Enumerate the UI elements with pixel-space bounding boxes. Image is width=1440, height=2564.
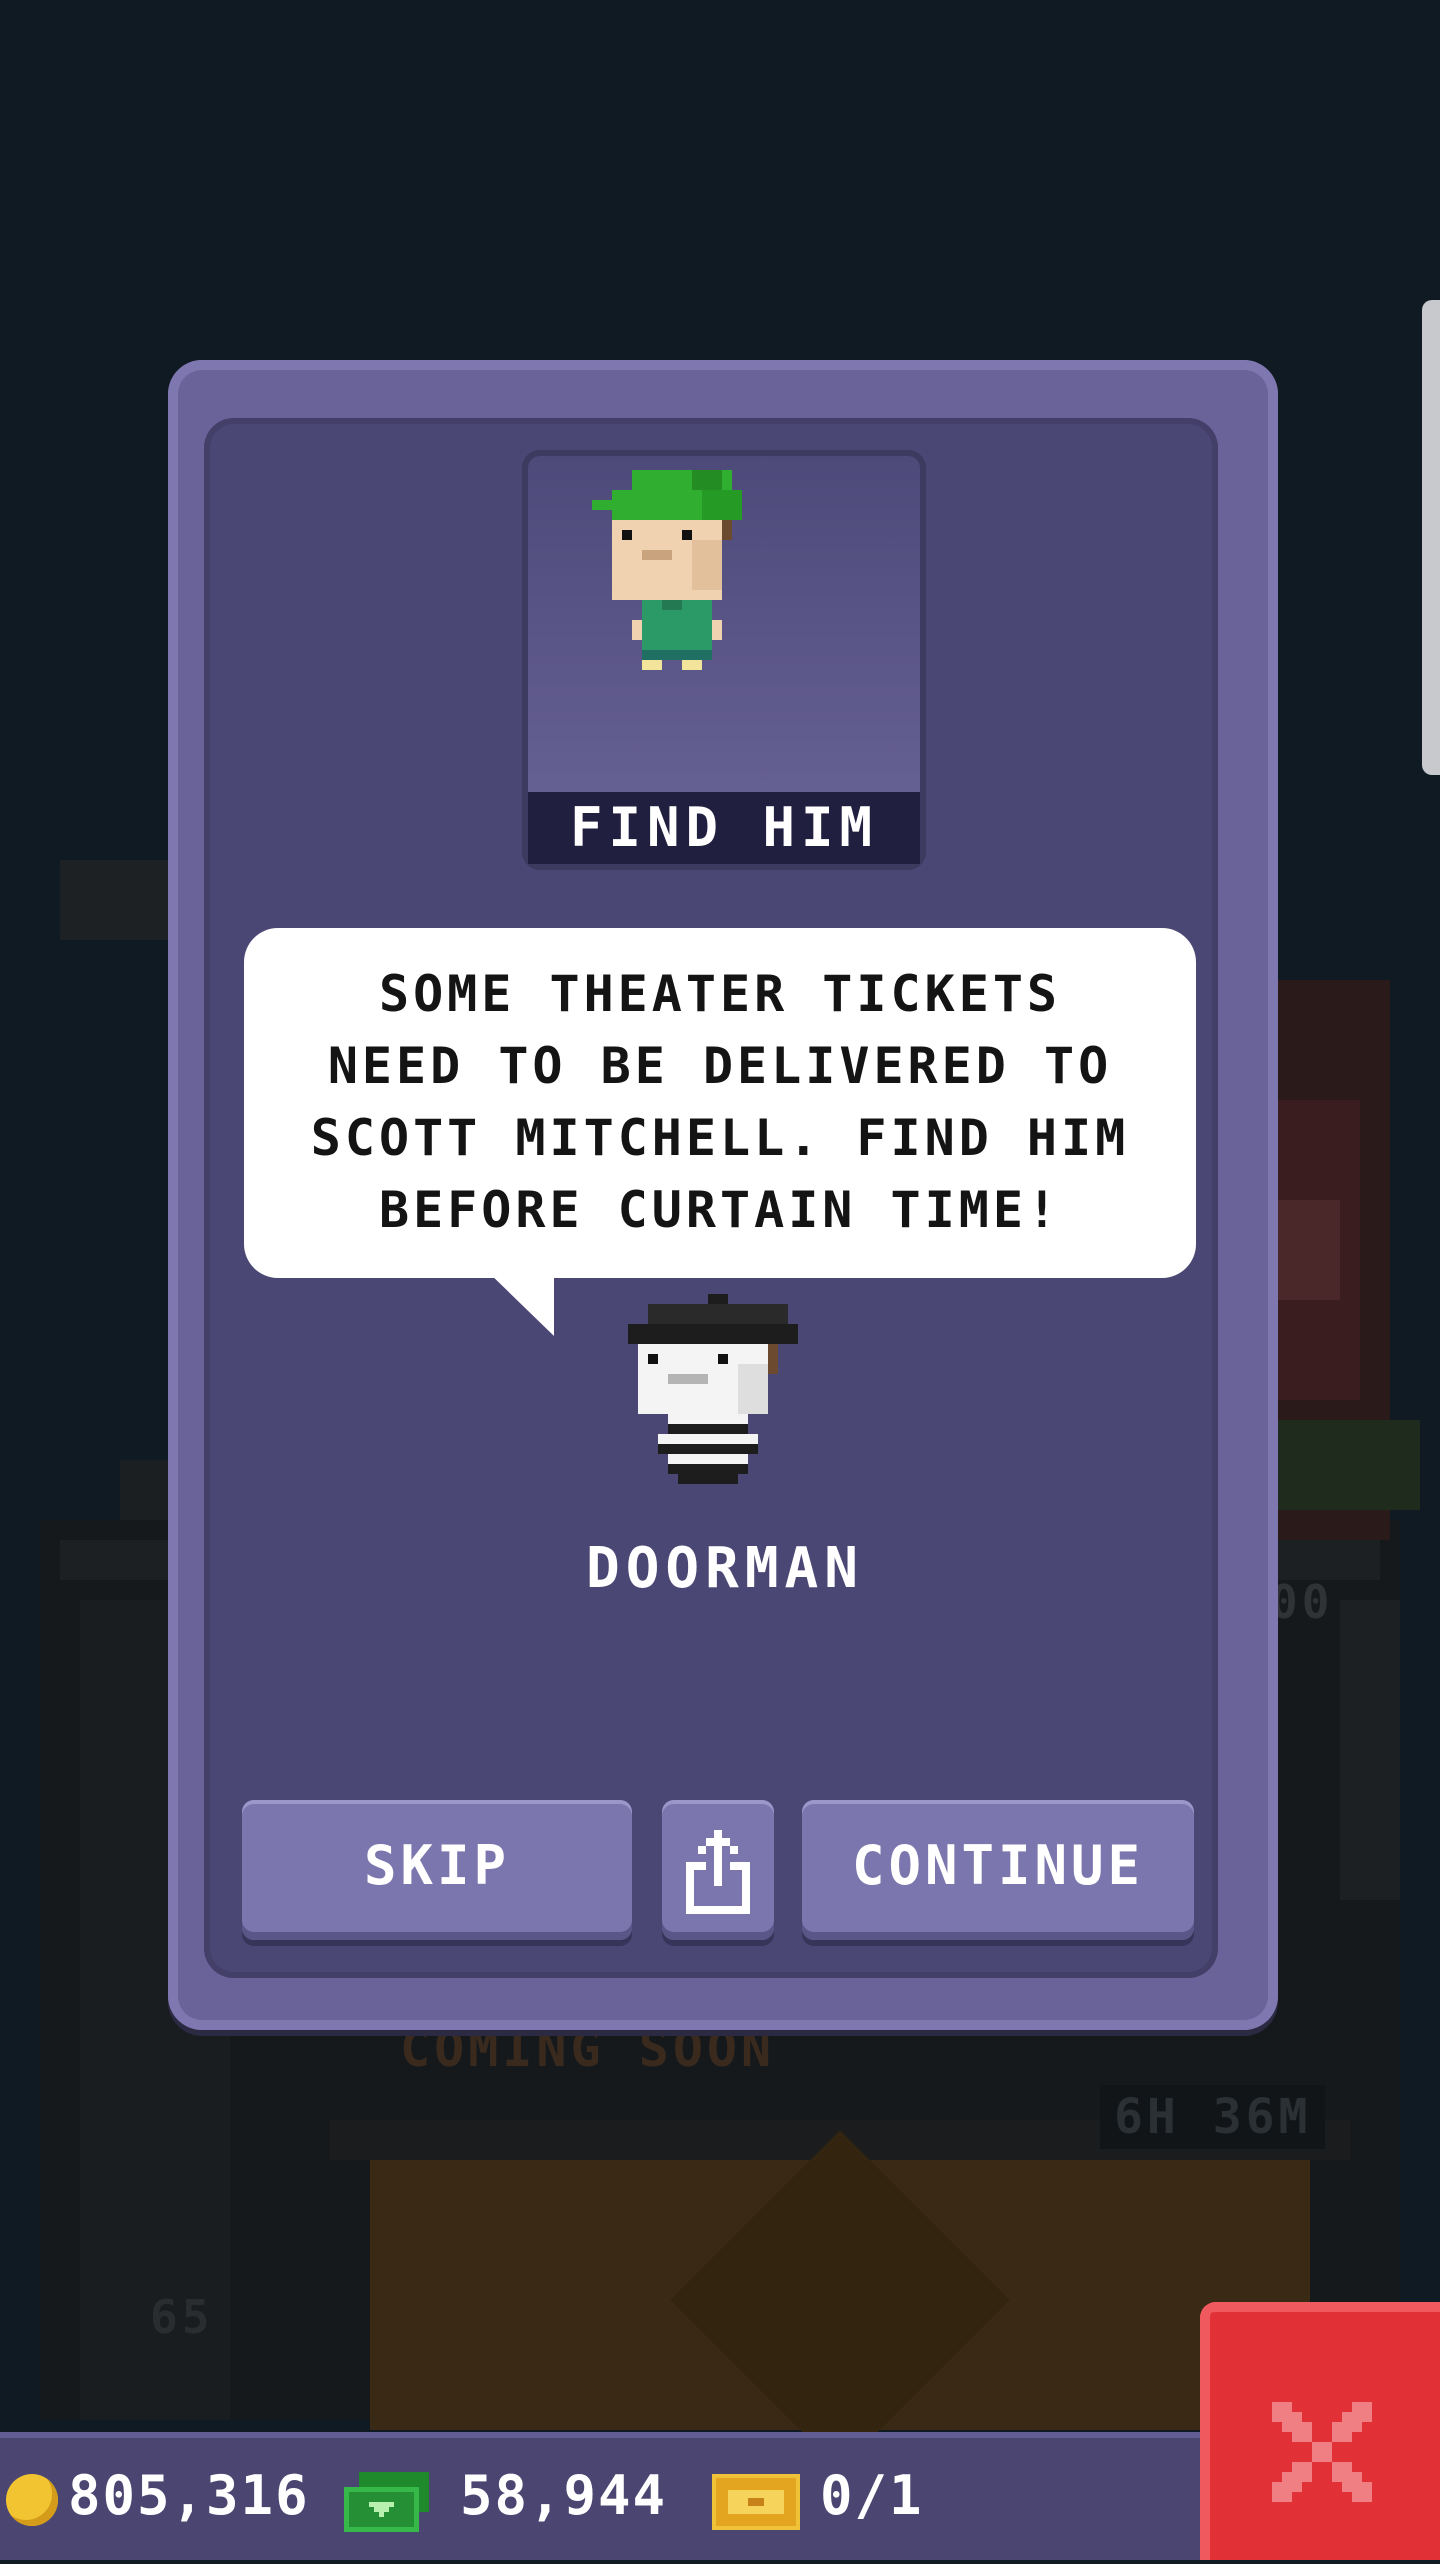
- floor-number: 65: [150, 2290, 214, 2344]
- green-cap-bitizen-icon: [592, 470, 742, 670]
- coins-balance: 805,316: [68, 2464, 310, 2527]
- elevator-counter: 00: [1270, 1575, 1334, 1629]
- close-button[interactable]: [1200, 2302, 1440, 2560]
- side-menu-handle[interactable]: [1422, 300, 1440, 775]
- speech-bubble-tail: [484, 1268, 554, 1336]
- skip-button[interactable]: SKIP: [242, 1800, 632, 1940]
- share-icon: [686, 1830, 750, 1914]
- share-button[interactable]: [662, 1800, 774, 1940]
- speaker-name: DOORMAN: [585, 1536, 864, 1601]
- bux-icon: [344, 2472, 429, 2532]
- tickets-count: 0/1: [820, 2464, 924, 2527]
- speech-bubble: SOME THEATER TICKETS NEED TO BE DELIVERE…: [244, 928, 1196, 1336]
- doorman-bitizen-icon: [628, 1294, 798, 1484]
- restock-timer: 6H 36M: [1100, 2085, 1326, 2149]
- ticket-icon: [712, 2474, 800, 2530]
- target-portrait: FIND HIM: [522, 450, 926, 870]
- coin-icon: [6, 2474, 58, 2526]
- bux-balance: 58,944: [460, 2464, 668, 2527]
- mission-message: SOME THEATER TICKETS NEED TO BE DELIVERE…: [310, 965, 1130, 1239]
- continue-button[interactable]: CONTINUE: [802, 1800, 1194, 1940]
- portrait-label: FIND HIM: [528, 792, 920, 864]
- close-icon: [1272, 2402, 1372, 2502]
